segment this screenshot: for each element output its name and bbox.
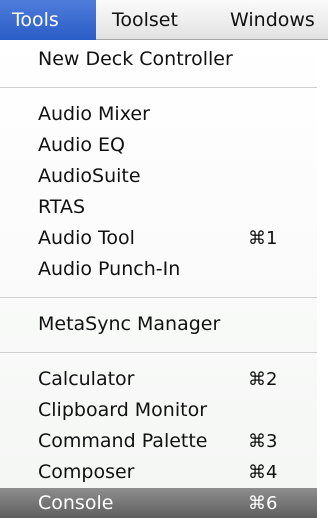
menu-item-audiosuite[interactable]: AudioSuite [0,161,317,192]
shortcut-command-1: ⌘1 [248,228,278,249]
menu-item-audio-punch-in[interactable]: Audio Punch-In [0,254,317,285]
menu-item-calculator[interactable]: Calculator ⌘2 [0,364,317,395]
menu-item-new-deck-controller[interactable]: New Deck Controller [0,44,317,75]
menu-item-label: RTAS [38,196,86,218]
menu-item-label: Command Palette [38,430,208,452]
menu-item-composer[interactable]: Composer ⌘4 [0,457,317,488]
menu-item-rtas[interactable]: RTAS [0,192,317,223]
menubar-toolset[interactable]: Toolset [100,0,190,40]
tools-dropdown-menu: New Deck Controller Audio Mixer Audio EQ… [0,40,327,518]
menu-item-label: Clipboard Monitor [38,399,208,421]
shortcut-command-6: ⌘6 [248,493,278,514]
menu-item-label: Calculator [38,368,135,390]
menu-item-audio-tool[interactable]: Audio Tool ⌘1 [0,223,317,254]
menu-item-label: Audio EQ [38,134,126,156]
menu-item-label: AudioSuite [38,165,141,187]
menu-item-label: Audio Punch-In [38,258,181,280]
shortcut-command-3: ⌘3 [248,431,278,452]
app-frame: Tools Toolset Windows New Deck Controlle… [0,0,328,518]
menubar-tools[interactable]: Tools [0,0,96,40]
menu-separator [0,352,317,353]
menu-item-label: MetaSync Manager [38,313,221,335]
menu-item-clipboard-monitor[interactable]: Clipboard Monitor [0,395,317,426]
menu-item-label: Audio Tool [38,227,135,249]
menu-separator [0,87,317,88]
menu-separator [0,297,317,298]
menu-item-metasync-manager[interactable]: MetaSync Manager [0,309,317,340]
menu-item-label: Composer [38,461,135,483]
menu-item-label: Console [38,492,114,514]
menu-item-command-palette[interactable]: Command Palette ⌘3 [0,426,317,457]
menu-item-console[interactable]: Console ⌘6 [0,488,317,518]
menu-item-label: New Deck Controller [38,48,233,70]
menu-bar: Tools Toolset Windows [0,0,328,40]
menu-item-label: Audio Mixer [38,103,150,125]
shortcut-command-2: ⌘2 [248,369,278,390]
menu-item-audio-mixer[interactable]: Audio Mixer [0,99,317,130]
menubar-windows[interactable]: Windows [218,0,327,40]
menu-item-audio-eq[interactable]: Audio EQ [0,130,317,161]
shortcut-command-4: ⌘4 [248,462,278,483]
